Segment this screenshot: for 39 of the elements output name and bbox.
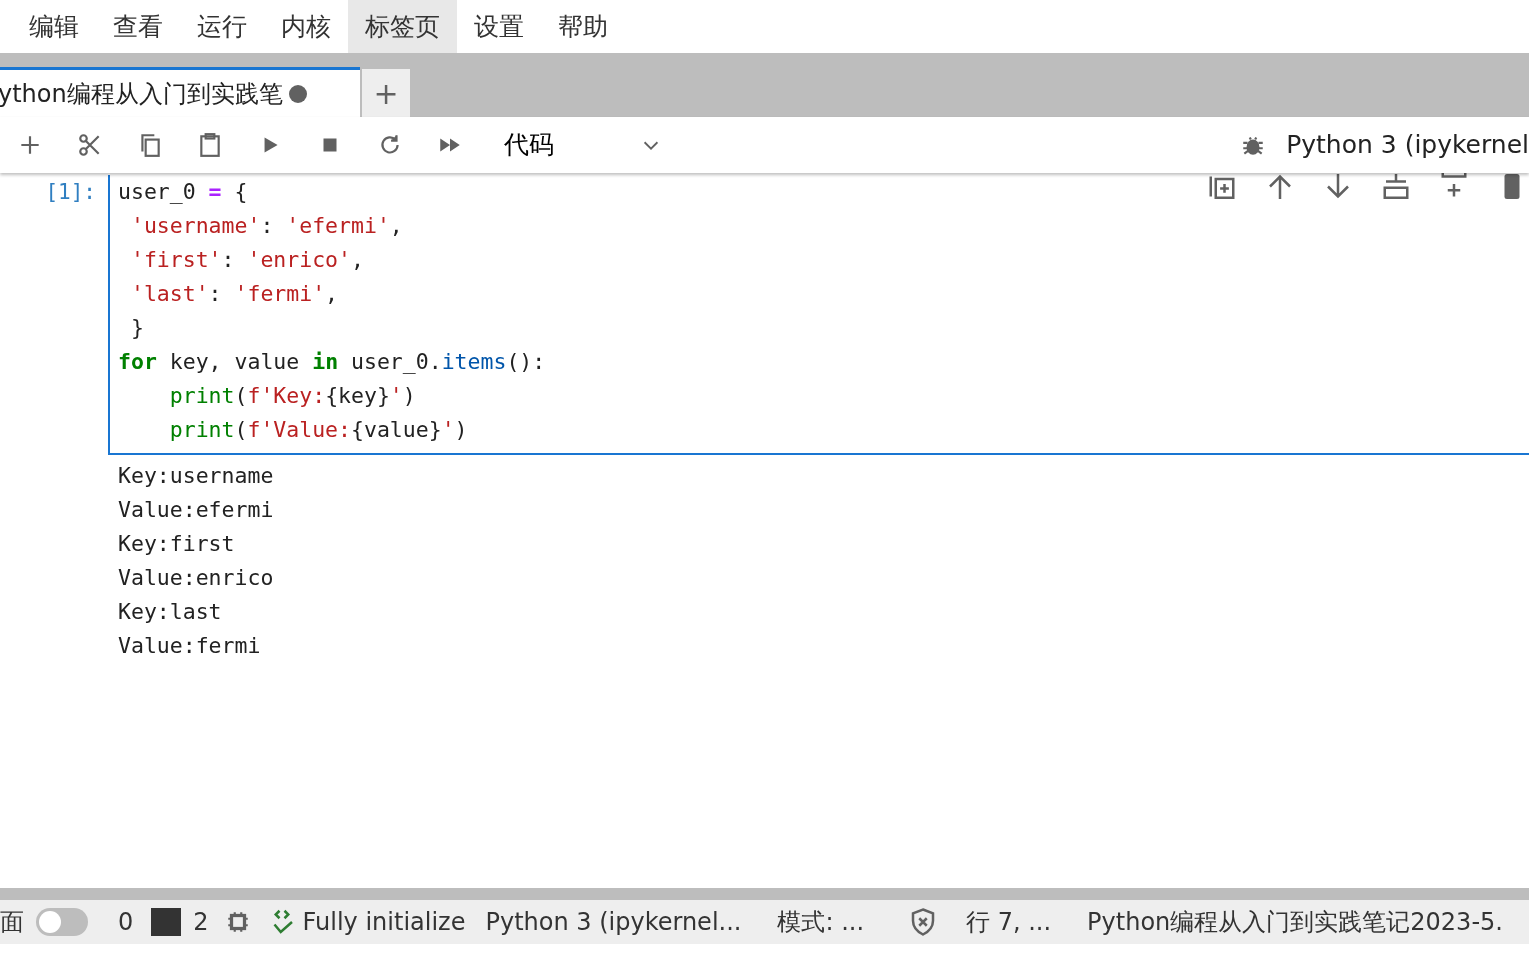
menu-item[interactable]: 查看 (96, 0, 180, 53)
simple-mode-toggle[interactable] (36, 908, 88, 936)
horizontal-scrollbar[interactable] (0, 888, 1529, 900)
menu-item[interactable]: 设置 (457, 0, 541, 53)
kernel-name[interactable]: Python 3 (ipykernel (1286, 126, 1529, 164)
paste-icon[interactable] (197, 132, 223, 158)
file-name[interactable]: Python编程从入门到实践笔记2023-5. (1087, 904, 1503, 940)
kernel-status[interactable]: Python 3 (ipykernel... (485, 904, 742, 940)
output-line: Key:first (118, 530, 236, 558)
code-line: for key, value in user_0.items(): (118, 348, 546, 376)
menu-item[interactable]: 标签页 (348, 0, 457, 53)
output-line: Key:last (118, 598, 223, 626)
menu-item[interactable]: 帮助 (541, 0, 625, 53)
output-line: Value:enrico (118, 564, 275, 592)
code-line: 'last': 'fermi', (129, 280, 339, 308)
menu-item[interactable]: 运行 (180, 0, 264, 53)
menu-item[interactable]: 编辑 (12, 0, 96, 53)
cell-prompt: [1]: (44, 179, 97, 206)
code-line: user_0 = { (118, 178, 248, 206)
output-line: Key:username (118, 462, 275, 490)
cell-type-dropdown[interactable]: 代码 (498, 125, 668, 165)
lsp-status[interactable]: Fully initialize (302, 904, 466, 940)
menu-item[interactable]: 内核 (264, 0, 348, 53)
kernel-count[interactable]: 2 (193, 904, 209, 940)
code-line: } (129, 314, 144, 342)
unsaved-dot (288, 84, 307, 103)
cursor-position[interactable]: 行 7, ... (966, 904, 1052, 940)
new-tab-button[interactable]: + (362, 69, 410, 117)
status-text: 面 (0, 907, 24, 938)
code-line: print(f'Key:{key}') (168, 382, 416, 410)
mode-status[interactable]: 模式: ... (777, 904, 865, 940)
output-line: Value:fermi (118, 632, 262, 660)
output-line: Value:efermi (118, 496, 275, 524)
code-editor[interactable]: user_0 = { 'username': 'efermi', 'first': 'enrico', 'last': 'fermi', } for key, value in user_0.items(): print(f'Key:{key}') print(f'Value:{value}') (108, 175, 1529, 455)
code-line: print(f'Value:{value}') (168, 416, 468, 444)
terminal-icon[interactable] (151, 908, 182, 936)
code-line: 'username': 'efermi', (129, 212, 403, 240)
terminal-count[interactable]: 0 (118, 904, 134, 940)
code-line: 'first': 'enrico', (129, 246, 364, 274)
